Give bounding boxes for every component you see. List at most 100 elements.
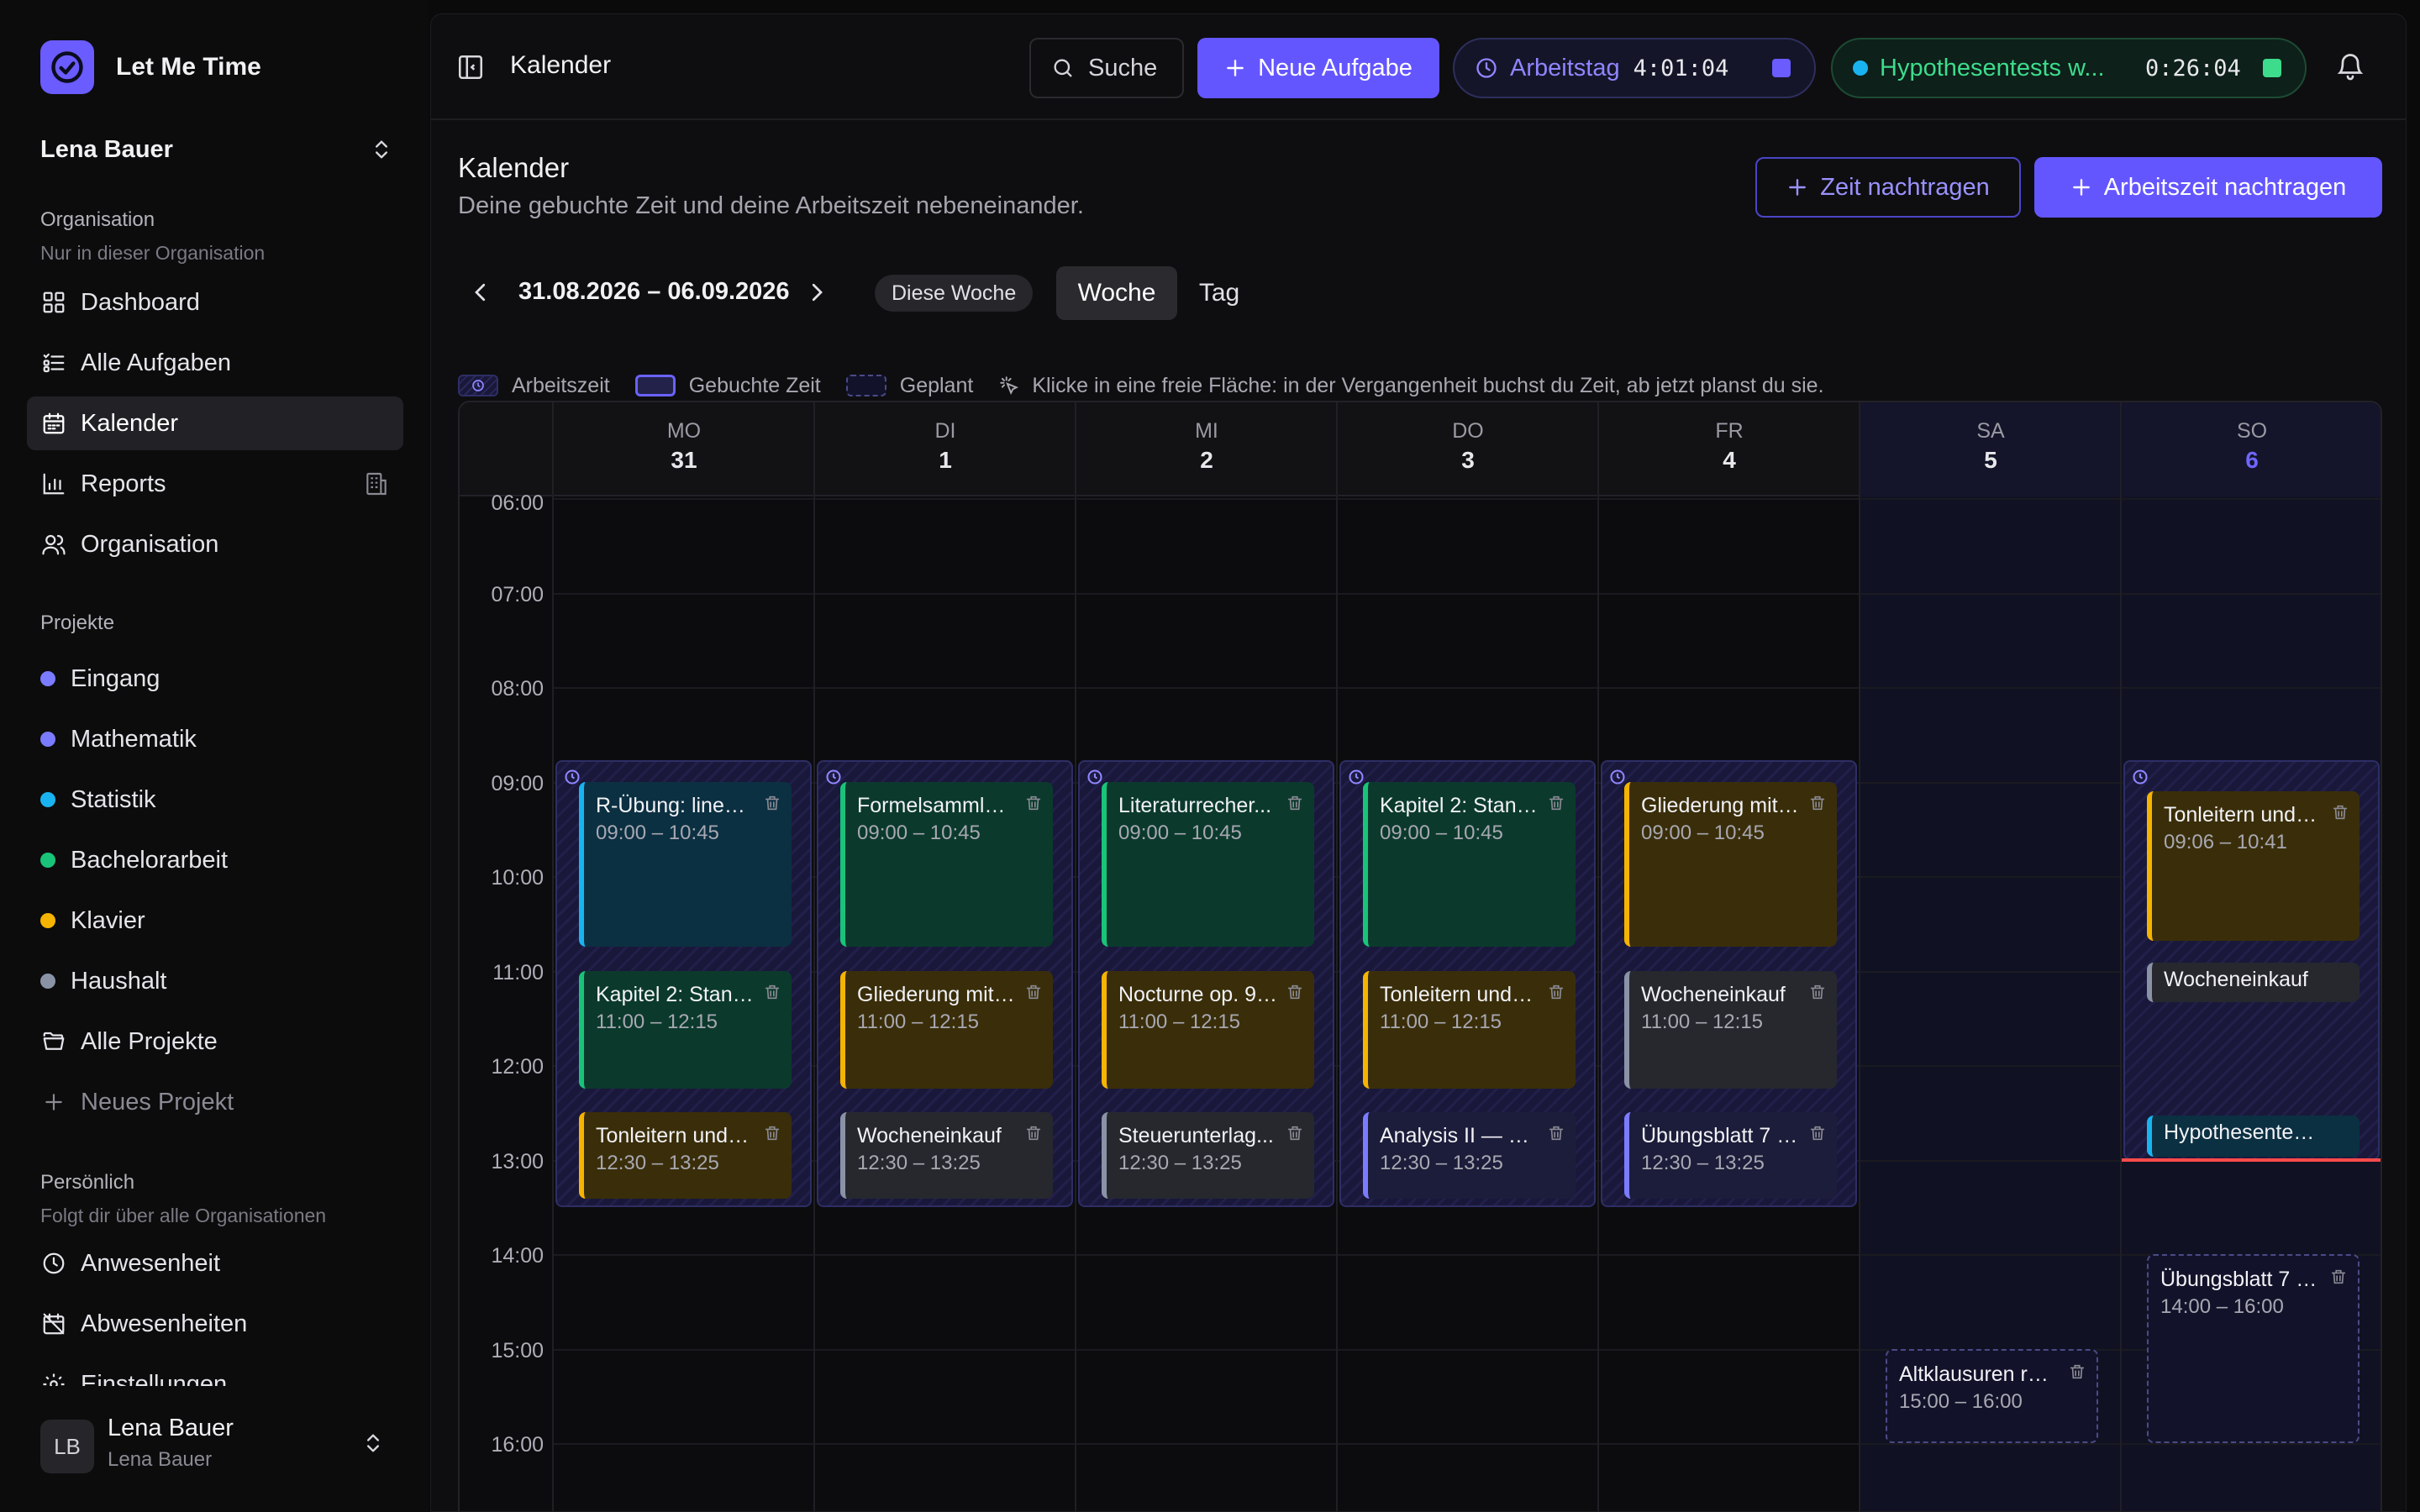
event-title: Literaturrecher... <box>1118 793 1272 817</box>
search-button[interactable]: Suche <box>1029 38 1184 98</box>
project-klavier[interactable]: Klavier <box>40 904 145 937</box>
task-timer[interactable]: Hypothesentests w... 0:26:04 <box>1831 38 2307 98</box>
trash-icon[interactable] <box>1808 1124 1827 1142</box>
stop-task-button[interactable] <box>2263 59 2281 77</box>
trash-icon[interactable] <box>1286 1124 1304 1142</box>
booked-event[interactable]: Formelsammlun... 09:00 – 10:45 <box>840 781 1053 948</box>
event-title: Übungsblatt 7 lö... <box>1641 1124 1800 1148</box>
trash-icon[interactable] <box>2331 803 2349 822</box>
booked-event[interactable]: Wocheneinkauf 11:00 – 12:15 <box>1624 970 1837 1089</box>
nav-organisation[interactable]: Organisation <box>27 517 403 571</box>
legend-planned: Geplant <box>845 374 973 398</box>
trash-icon[interactable] <box>2068 1362 2086 1381</box>
view-day-tab[interactable]: Tag <box>1186 266 1253 320</box>
booked-event[interactable]: Kapitel 2: Stand ... 11:00 – 12:15 <box>579 970 792 1089</box>
booked-event[interactable]: Wocheneinkauf 12:30 – 13:25 <box>840 1112 1053 1200</box>
booked-event[interactable]: Gliederung mit ... 09:00 – 10:45 <box>1624 781 1837 948</box>
day-header-do[interactable]: DO 3 <box>1338 402 1598 496</box>
trash-icon[interactable] <box>763 983 781 1001</box>
trash-icon[interactable] <box>1286 983 1304 1001</box>
nav-absences[interactable]: Abwesenheiten <box>27 1297 403 1351</box>
new-project-button[interactable]: Neues Projekt <box>27 1075 403 1129</box>
trash-icon[interactable] <box>1024 983 1043 1001</box>
day-header-fr[interactable]: FR 4 <box>1599 402 1860 496</box>
search-icon <box>1054 59 1072 77</box>
app-logo-icon <box>40 40 94 94</box>
project-haushalt[interactable]: Haushalt <box>40 964 166 998</box>
trash-icon[interactable] <box>1024 1124 1043 1142</box>
workday-timer[interactable]: Arbeitstag 4:01:04 <box>1453 38 1816 98</box>
avatar[interactable]: LB <box>40 1420 94 1473</box>
booked-event[interactable]: Nocturne op. 9 ... 11:00 – 12:15 <box>1102 970 1314 1089</box>
day-name: MO <box>666 419 702 443</box>
week-calendar[interactable]: MO 31 DI 1 MI 2 DO 3 FR 4 SA 5 SO 6 06:00 07:00 08:00 09… <box>458 401 2382 1511</box>
this-week-button[interactable]: Diese Woche <box>875 275 1034 312</box>
booked-event[interactable]: Tonleitern und E... 09:06 – 10:41 <box>2147 790 2360 941</box>
booked-event[interactable]: Analysis II — Kapi... 12:30 – 13:25 <box>1363 1112 1576 1200</box>
day-header-mo[interactable]: MO 31 <box>554 402 814 496</box>
legend-planned-swatch <box>845 375 886 396</box>
booked-event[interactable]: Literaturrecher... 09:00 – 10:45 <box>1102 781 1314 948</box>
nav-reports[interactable]: Reports <box>27 457 403 511</box>
nav-dashboard[interactable]: Dashboard <box>27 276 403 329</box>
project-statistik[interactable]: Statistik <box>40 783 156 816</box>
event-time: 09:00 – 10:45 <box>1641 821 1765 844</box>
new-task-button[interactable]: Neue Aufgabe <box>1197 38 1439 98</box>
next-week-chevron-icon[interactable] <box>804 280 829 305</box>
event-title: Analysis II — Kapi... <box>1380 1124 1539 1148</box>
booked-event[interactable]: Kapitel 2: Stand ... 09:00 – 10:45 <box>1363 781 1576 948</box>
nav-attendance[interactable]: Anwesenheit <box>27 1236 403 1290</box>
day-header-di[interactable]: DI 1 <box>815 402 1076 496</box>
trash-icon[interactable] <box>1024 794 1043 812</box>
booked-event[interactable]: Tonleitern und E... 12:30 – 13:25 <box>579 1112 792 1200</box>
booked-event[interactable]: R-Übung: linear... 09:00 – 10:45 <box>579 781 792 948</box>
nav-all-tasks[interactable]: Alle Aufgaben <box>27 336 403 390</box>
booked-event[interactable]: Gliederung mit ... 11:00 – 12:15 <box>840 970 1053 1089</box>
project-label: Mathematik <box>71 725 197 753</box>
project-bachelorarbeit[interactable]: Bachelorarbeit <box>40 843 228 877</box>
planned-event[interactable]: Altklausuren rec... 15:00 – 16:00 <box>1886 1348 2098 1443</box>
view-week-tab[interactable]: Woche <box>1056 266 1177 320</box>
trash-icon[interactable] <box>763 794 781 812</box>
day-number: 1 <box>939 447 952 473</box>
add-worktime-button[interactable]: Arbeitszeit nachtragen <box>2034 157 2382 218</box>
project-eingang[interactable]: Eingang <box>40 662 160 696</box>
booked-event[interactable]: Steuerunterlag... 12:30 – 13:25 <box>1102 1112 1314 1200</box>
booked-event[interactable]: Tonleitern und E... 11:00 – 12:15 <box>1363 970 1576 1089</box>
day-number: 2 <box>1200 447 1213 473</box>
sidebar-toggle-icon[interactable] <box>456 53 485 81</box>
brand[interactable]: Let Me Time <box>40 40 261 94</box>
prev-week-chevron-icon[interactable] <box>468 280 493 305</box>
project-mathematik[interactable]: Mathematik <box>40 722 197 756</box>
trash-icon[interactable] <box>2329 1268 2348 1286</box>
trash-icon[interactable] <box>1286 794 1304 812</box>
trash-icon[interactable] <box>1547 1124 1565 1142</box>
booked-event[interactable]: Übungsblatt 7 lö... 12:30 – 13:25 <box>1624 1112 1837 1200</box>
nav-all-projects[interactable]: Alle Projekte <box>27 1015 403 1068</box>
chevrons-updown-icon[interactable] <box>361 1431 385 1455</box>
booked-event[interactable]: Wocheneinkauf <box>2147 963 2360 1002</box>
chevrons-updown-icon <box>376 140 387 159</box>
stop-workday-button[interactable] <box>1772 59 1791 77</box>
hour-label: 09:00 <box>491 771 544 795</box>
nav-calendar[interactable]: Kalender <box>27 396 403 450</box>
trash-icon[interactable] <box>1547 794 1565 812</box>
event-title: Steuerunterlag... <box>1118 1124 1274 1148</box>
day-header-sa[interactable]: SA 5 <box>1860 402 2121 496</box>
org-user-switcher[interactable]: Lena Bauer <box>40 133 393 166</box>
add-time-button[interactable]: Zeit nachtragen <box>1755 157 2021 218</box>
day-name: SA <box>1976 419 2005 443</box>
planned-event[interactable]: Übungsblatt 7 lö... 14:00 – 16:00 <box>2147 1254 2360 1443</box>
trash-icon[interactable] <box>1808 983 1827 1001</box>
clock-icon <box>1609 769 1626 785</box>
day-header-mi[interactable]: MI 2 <box>1076 402 1337 496</box>
bell-icon[interactable] <box>2335 51 2365 81</box>
trash-icon[interactable] <box>763 1124 781 1142</box>
event-title: Wocheneinkauf <box>2164 968 2308 992</box>
day-header-so[interactable]: SO 6 <box>2122 402 2381 496</box>
trash-icon[interactable] <box>1808 794 1827 812</box>
trash-icon[interactable] <box>1547 983 1565 1001</box>
booked-event[interactable]: Hypothesentest... <box>2147 1116 2360 1157</box>
footer-user-name: Lena Bauer <box>108 1415 234 1441</box>
hour-line <box>554 1443 2381 1445</box>
